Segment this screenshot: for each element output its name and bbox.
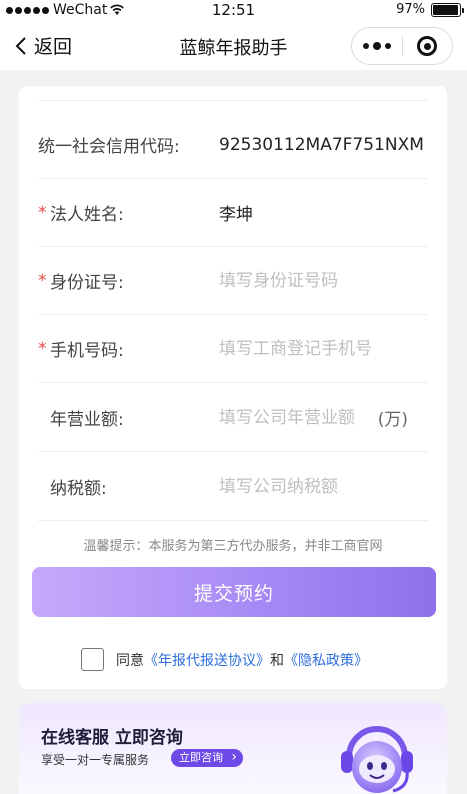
and-text: 和 (270, 652, 284, 669)
divider (38, 100, 428, 101)
agree-prefix: 同意 (116, 652, 144, 669)
agree-checkbox[interactable] (81, 648, 104, 671)
consult-button[interactable]: 立即咨询 (171, 748, 243, 767)
id-number-input[interactable] (219, 270, 389, 291)
tax-row: 纳税额: (38, 453, 428, 521)
tax-input[interactable] (219, 476, 389, 497)
robot-mascot-icon (341, 726, 413, 793)
phone-input[interactable] (219, 338, 389, 359)
id-number-row: * 身份证号: (38, 247, 428, 315)
banner-title: 在线客服 立即咨询 (41, 728, 183, 748)
id-number-label: 身份证号: (50, 273, 124, 293)
banner-subtitle: 享受一对一专属服务 (41, 753, 150, 767)
back-button[interactable]: 返回 (14, 32, 72, 59)
agreement-row: 同意 《年报代报送协议》 和 《隐私政策》 (81, 648, 368, 671)
agreement-link[interactable]: 《年报代报送协议》 (144, 650, 270, 670)
back-label: 返回 (34, 36, 73, 58)
service-tip: 温馨提示：本服务为第三方代办服务，并非工商官网 (83, 539, 383, 554)
mini-program-capsule (351, 27, 453, 65)
submit-button[interactable]: 提交预约 (32, 567, 436, 617)
credit-code-label: 统一社会信用代码: (38, 137, 180, 157)
legal-person-value[interactable]: 李坤 (219, 200, 253, 225)
credit-code-value: 92530112MA7F751NXM (219, 134, 424, 155)
phone-label: 手机号码: (50, 341, 124, 361)
required-mark: * (38, 338, 47, 359)
revenue-unit: (万) (377, 410, 408, 430)
battery-percent: 97% (396, 2, 425, 17)
revenue-label: 年营业额: (50, 410, 124, 430)
privacy-link[interactable]: 《隐私政策》 (284, 650, 368, 670)
status-right: 97% (396, 2, 464, 17)
form-card: 统一社会信用代码: 92530112MA7F751NXM * 法人姓名: 李坤 … (19, 86, 447, 689)
required-mark: * (38, 270, 47, 291)
legal-person-label: 法人姓名: (50, 205, 124, 225)
phone-row: * 手机号码: (38, 315, 428, 383)
revenue-input[interactable] (219, 407, 389, 428)
revenue-row: 年营业额: (万) (38, 384, 428, 452)
battery-icon (431, 2, 464, 17)
chevron-left-icon (15, 36, 26, 55)
status-bar: WeChat 12:51 97% (0, 0, 467, 22)
required-mark: * (38, 202, 47, 223)
battery-level-fill (433, 4, 459, 15)
close-mini-program-icon[interactable] (403, 36, 453, 56)
credit-code-row: 统一社会信用代码: 92530112MA7F751NXM (38, 111, 428, 179)
more-menu-icon[interactable] (352, 42, 402, 50)
legal-person-row: * 法人姓名: 李坤 (38, 179, 428, 247)
nav-bar: 返回 蓝鲸年报助手 (0, 22, 467, 70)
tax-label: 纳税额: (50, 479, 107, 499)
customer-service-banner[interactable]: 在线客服 立即咨询 享受一对一专属服务 立即咨询 (19, 703, 447, 794)
